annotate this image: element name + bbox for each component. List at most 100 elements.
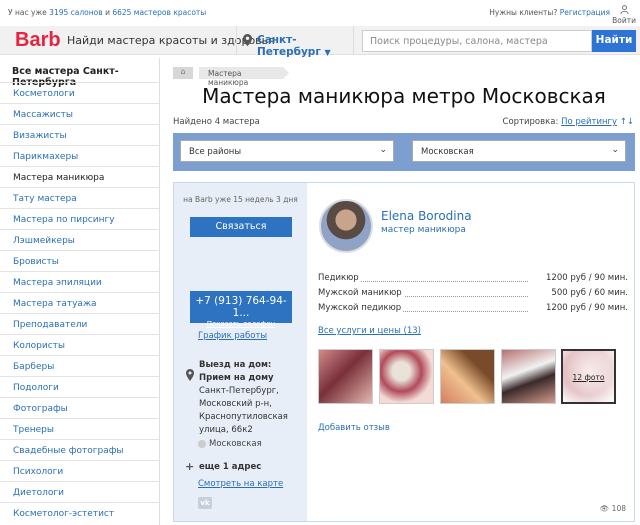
stats-line: У нас уже 3195 салонов и 6625 мастеров к… xyxy=(8,8,206,17)
sidebar-item[interactable]: Визажисты xyxy=(0,124,160,145)
clients-line: Нужны клиенты? Регистрация xyxy=(489,8,610,17)
service-name: Мужской маникюр xyxy=(318,288,404,298)
search-input[interactable]: Поиск процедуры, салона, мастера xyxy=(362,30,592,52)
city-selector[interactable]: Санкт-Петербург ▼ xyxy=(236,26,354,58)
sidebar-item[interactable]: Лэшмейкеры xyxy=(0,229,160,250)
logo[interactable]: Barb xyxy=(15,29,61,52)
login-label: Войти xyxy=(612,16,636,25)
sidebar-item[interactable]: Барберы xyxy=(0,355,160,376)
card-contact-panel: на Barb уже 15 недель 3 дня Связаться +7… xyxy=(174,183,307,521)
location-pin-icon xyxy=(186,369,194,381)
header: Barb Найди мастера красоты и здоровья Са… xyxy=(0,26,640,58)
member-since: на Barb уже 15 недель 3 дня xyxy=(183,195,298,204)
visit-label: Выезд на дом: xyxy=(199,360,272,370)
sidebar-item[interactable]: Свадебные фотографы xyxy=(0,439,160,460)
sidebar-item[interactable]: Парикмахеры xyxy=(0,145,160,166)
chevron-down-icon: ⌄ xyxy=(379,145,387,155)
portfolio-photo[interactable] xyxy=(379,349,434,404)
service-row: Мужской маникюр 500 руб / 60 мин. xyxy=(318,288,628,300)
sort-select[interactable]: По рейтингу xyxy=(561,117,617,127)
sidebar-item[interactable]: Тату мастера xyxy=(0,187,160,208)
address-line: Санкт-Петербург, xyxy=(199,386,279,396)
sidebar-item[interactable]: Фотографы xyxy=(0,397,160,418)
service-name: Мужской педикюр xyxy=(318,303,404,313)
sidebar-item[interactable]: Диетологи xyxy=(0,481,160,502)
find-button[interactable]: Найти xyxy=(592,30,636,52)
district-value: Все районы xyxy=(189,147,242,157)
all-services-link[interactable]: Все услуги и цены (13) xyxy=(318,326,421,336)
portfolio-photo[interactable] xyxy=(318,349,373,404)
phone-number: +7 (913) 764-94-1... xyxy=(195,295,287,319)
phone-button[interactable]: +7 (913) 764-94-1... Показать телефон xyxy=(190,291,292,328)
address-line: Краснопутиловская xyxy=(199,412,288,422)
sidebar-item[interactable]: Мастера по пирсингу xyxy=(0,208,160,229)
master-name[interactable]: Elena Borodina xyxy=(381,209,472,223)
register-link[interactable]: Регистрация xyxy=(560,8,610,17)
login-button[interactable]: Войти xyxy=(612,5,636,25)
stats-prefix: У нас уже xyxy=(8,8,47,17)
sort-label: Сортировка: xyxy=(502,117,559,127)
home-icon[interactable]: ⌂ xyxy=(173,67,193,79)
sidebar-item[interactable]: Косметологи xyxy=(0,82,160,103)
vk-icon[interactable]: vk xyxy=(198,497,212,509)
service-name: Педикюр xyxy=(318,273,361,283)
portfolio-photo[interactable] xyxy=(440,349,495,404)
metro-icon xyxy=(198,439,206,448)
add-review-link[interactable]: Добавить отзыв xyxy=(318,423,390,433)
district-select[interactable]: Все районы ⌄ xyxy=(180,140,394,162)
city-name: Санкт-Петербург xyxy=(257,34,321,58)
master-card: на Barb уже 15 недель 3 дня Связаться +7… xyxy=(173,182,635,522)
eye-icon: 👁 xyxy=(599,504,610,513)
metro-station: Московская xyxy=(198,439,262,449)
stats-and: и xyxy=(105,8,110,17)
portfolio-photo[interactable] xyxy=(501,349,556,404)
views-counter: 👁 108 xyxy=(600,504,626,513)
sidebar-item[interactable]: Преподаватели xyxy=(0,313,160,334)
sidebar-item[interactable]: Психологи xyxy=(0,460,160,481)
sidebar-item[interactable]: Косметолог-эстетист xyxy=(0,502,160,523)
service-price: 1200 руб / 90 мин. xyxy=(546,303,628,313)
location-pin-icon xyxy=(243,34,252,46)
photos-count: 12 фото xyxy=(572,373,605,382)
sidebar-item[interactable]: Мастера татуажа xyxy=(0,292,160,313)
address-line: улица, 66к2 xyxy=(199,425,253,435)
service-price: 500 руб / 60 мин. xyxy=(551,288,628,298)
sidebar-item[interactable]: Мастера маникюра xyxy=(0,166,160,187)
map-link[interactable]: Смотреть на карте xyxy=(198,479,283,489)
show-phone-link[interactable]: Показать телефон xyxy=(190,320,292,328)
user-icon xyxy=(620,5,629,15)
address-block: Выезд на дом: Прием на дому Санкт-Петерб… xyxy=(199,359,288,437)
sort-control: Сортировка: По рейтингу ↑↓ xyxy=(503,117,634,127)
breadcrumb-current: Мастера маникюра xyxy=(199,67,289,87)
more-addresses[interactable]: еще 1 адрес xyxy=(199,462,261,472)
metro-select[interactable]: Московская ⌄ xyxy=(412,140,626,162)
sidebar-item[interactable]: Бровисты xyxy=(0,250,160,271)
address-line: Московский р-н, xyxy=(199,399,272,409)
top-info-bar: У нас уже 3195 салонов и 6625 мастеров к… xyxy=(0,0,640,25)
sidebar-item[interactable]: Подологи xyxy=(0,376,160,397)
more-photos-button[interactable]: 12 фото xyxy=(561,349,616,404)
visit-value: Прием на дому xyxy=(199,373,274,383)
sidebar: Все мастера Санкт-Петербурга Косметологи… xyxy=(0,58,160,525)
schedule-link[interactable]: График работы xyxy=(198,331,267,341)
found-count: Найдено 4 мастера xyxy=(173,117,260,127)
metro-name: Московская xyxy=(209,439,262,449)
sort-direction-icon[interactable]: ↑↓ xyxy=(620,117,634,127)
service-row: Мужской педикюр 1200 руб / 90 мин. xyxy=(318,303,628,315)
sidebar-item[interactable]: Массажисты xyxy=(0,103,160,124)
sidebar-item[interactable]: Мастера эпиляции xyxy=(0,271,160,292)
service-row: Педикюр 1200 руб / 90 мин. xyxy=(318,273,628,285)
chevron-down-icon: ▼ xyxy=(324,48,331,57)
page-title: Мастера маникюра метро Московская xyxy=(202,84,606,108)
metro-value: Московская xyxy=(421,147,474,157)
sidebar-item[interactable]: Тренеры xyxy=(0,418,160,439)
sidebar-item[interactable]: Колористы xyxy=(0,334,160,355)
avatar[interactable] xyxy=(319,199,373,253)
filters-bar: Все районы ⌄ Московская ⌄ xyxy=(173,133,635,171)
masters-link[interactable]: 6625 мастеров красоты xyxy=(112,8,206,17)
service-price: 1200 руб / 90 мин. xyxy=(546,273,628,283)
contact-button[interactable]: Связаться xyxy=(190,217,292,237)
chevron-down-icon: ⌄ xyxy=(611,145,619,155)
salons-link[interactable]: 3195 салонов xyxy=(49,8,103,17)
plus-icon[interactable]: + xyxy=(185,460,194,473)
